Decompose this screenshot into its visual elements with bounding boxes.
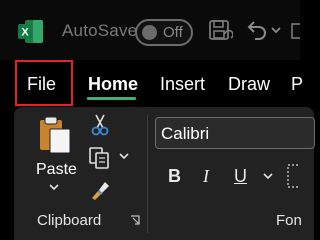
tab-home[interactable]: Home (88, 74, 138, 95)
autosave-toggle[interactable]: Off (135, 19, 193, 46)
excel-logo-icon[interactable]: X (17, 19, 44, 44)
underline-button[interactable]: U (234, 166, 247, 187)
copy-chevron-down-icon[interactable] (118, 152, 130, 162)
format-painter-icon[interactable] (88, 178, 112, 202)
tab-draw[interactable]: Draw (228, 74, 270, 95)
chevron-down-icon[interactable] (270, 26, 282, 36)
clipboard-group-label: Clipboard (37, 212, 102, 229)
italic-button[interactable]: I (203, 166, 209, 187)
tab-insert[interactable]: Insert (160, 74, 205, 95)
cut-icon[interactable] (90, 113, 110, 137)
underline-chevron-down-icon[interactable] (262, 172, 274, 182)
paste-label[interactable]: Paste (36, 161, 77, 179)
file-tab-highlight (15, 60, 73, 106)
dialog-launcher-icon[interactable] (129, 214, 141, 226)
font-group-label: Fon (276, 212, 302, 229)
borders-icon[interactable] (286, 163, 300, 189)
paste-chevron-down-icon[interactable] (48, 183, 60, 193)
title-bar: X AutoSave Off (0, 0, 300, 60)
svg-text:X: X (21, 27, 29, 39)
partial-icon (291, 23, 300, 39)
save-icon[interactable] (207, 18, 233, 44)
copy-icon[interactable] (88, 146, 112, 170)
paste-icon[interactable] (38, 115, 72, 155)
group-divider (147, 115, 148, 233)
toggle-state: Off (163, 24, 183, 41)
bold-button[interactable]: B (168, 166, 181, 187)
undo-icon[interactable] (245, 18, 267, 44)
font-name-value: Calibri (161, 124, 210, 143)
font-name-select[interactable]: Calibri (155, 117, 315, 149)
toggle-knob (142, 25, 157, 40)
autosave-label: AutoSave (62, 21, 138, 40)
home-tab-underline (87, 97, 136, 100)
tab-page-layout[interactable]: P (291, 74, 303, 95)
